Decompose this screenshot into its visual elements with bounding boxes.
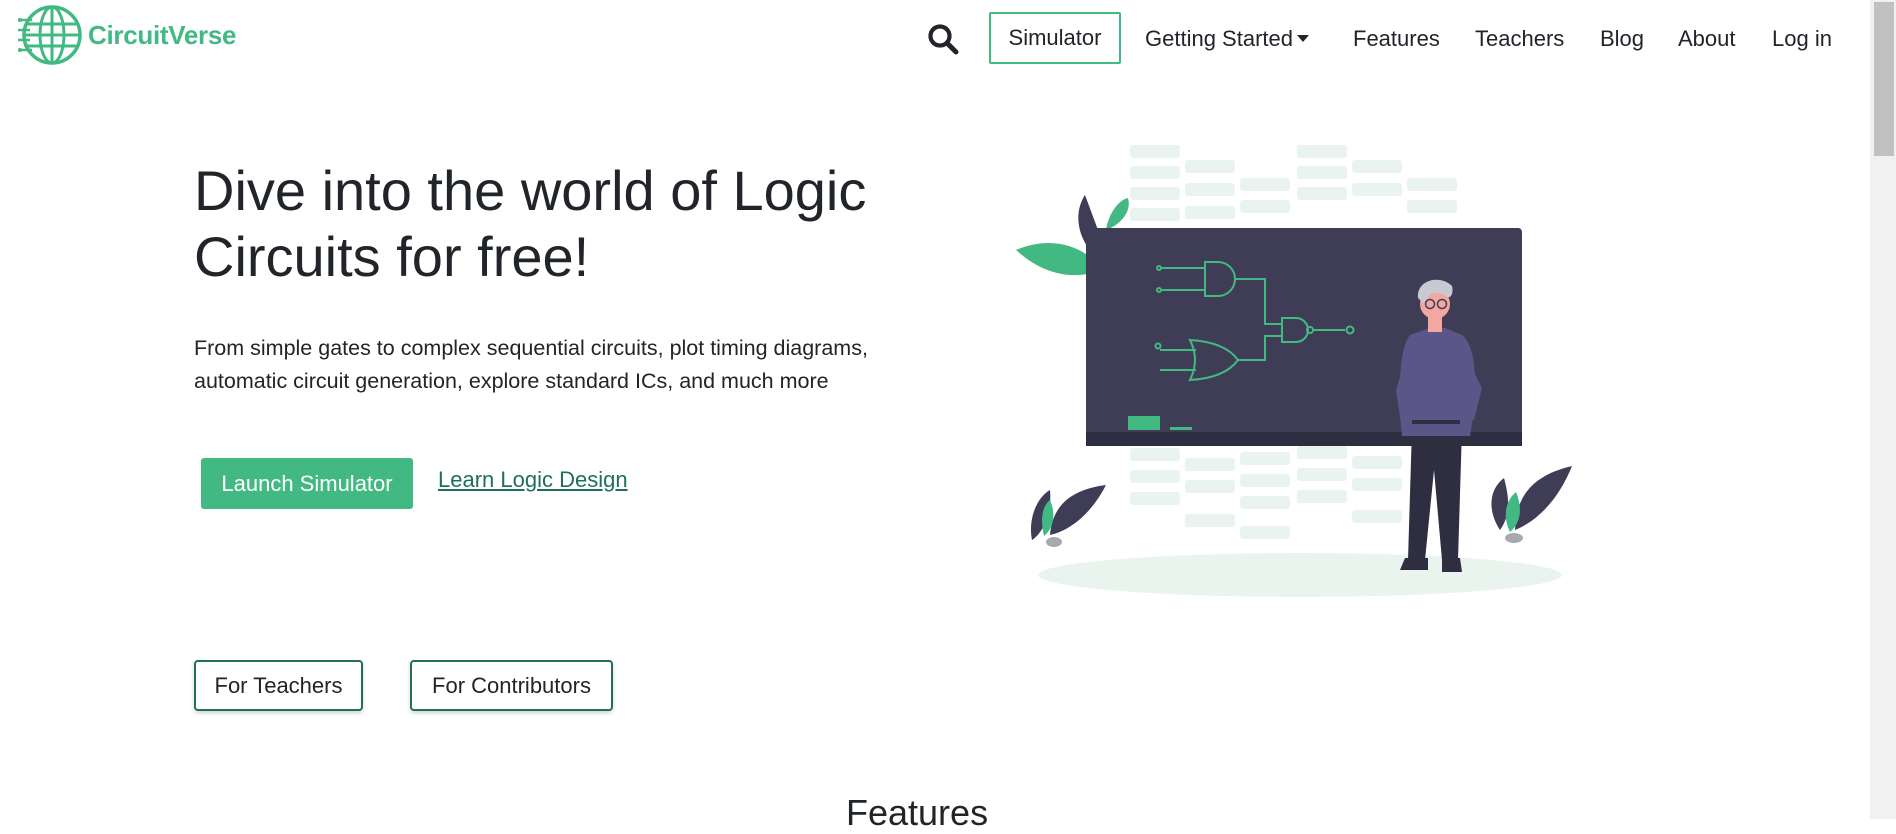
page-scrollbar[interactable] — [1870, 0, 1896, 819]
simulator-button[interactable]: Simulator — [989, 12, 1121, 64]
learn-logic-design-link[interactable]: Learn Logic Design — [438, 467, 628, 493]
nav-blog[interactable]: Blog — [1600, 26, 1644, 52]
globe-circuit-logo-icon — [18, 5, 82, 65]
nav-login[interactable]: Log in — [1772, 26, 1832, 52]
nav-getting-started-label: Getting Started — [1145, 26, 1293, 51]
teacher-blackboard-illustration — [1016, 145, 1572, 597]
top-navbar: CircuitVerse Simulator Getting Started F… — [0, 0, 1870, 76]
caret-down-icon — [1296, 35, 1309, 43]
for-teachers-button[interactable]: For Teachers — [194, 660, 363, 711]
hero-subtitle: From simple gates to complex sequential … — [194, 336, 868, 393]
nav-features[interactable]: Features — [1353, 26, 1440, 52]
nav-getting-started-dropdown[interactable]: Getting Started — [1145, 26, 1309, 52]
hero-title: Dive into the world of Logic Circuits fo… — [194, 159, 867, 288]
for-contributors-button[interactable]: For Contributors — [410, 660, 613, 711]
brand-name: CircuitVerse — [88, 19, 237, 50]
features-heading: Features — [846, 792, 989, 833]
scrollbar-thumb[interactable] — [1874, 2, 1894, 156]
launch-simulator-button[interactable]: Launch Simulator — [201, 458, 413, 509]
nav-about[interactable]: About — [1678, 26, 1736, 52]
search-icon[interactable] — [926, 22, 960, 56]
nav-teachers[interactable]: Teachers — [1475, 26, 1564, 52]
brand-link[interactable]: CircuitVerse — [18, 2, 236, 68]
